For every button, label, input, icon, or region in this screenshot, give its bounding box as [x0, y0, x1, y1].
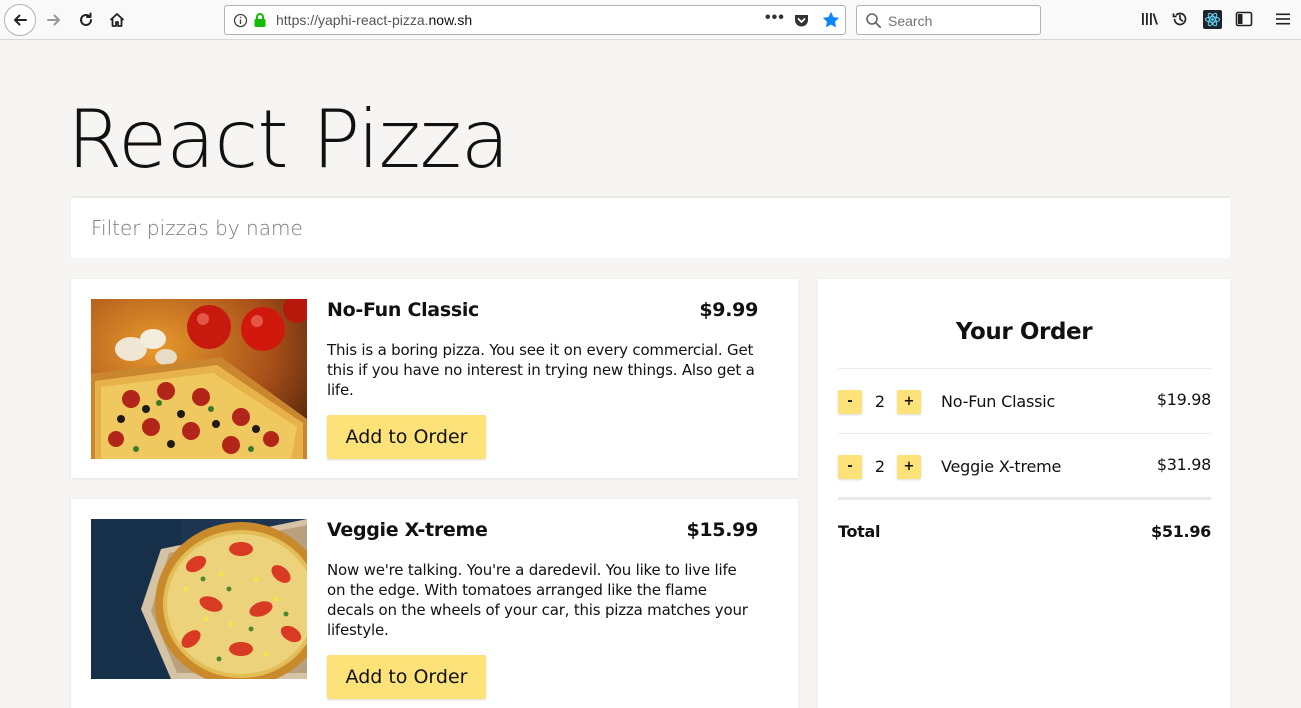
pizza-description: This is a boring pizza. You see it on ev…	[327, 341, 755, 399]
add-to-order-button[interactable]: Add to Order	[327, 415, 486, 459]
decrease-quantity-button[interactable]: -	[838, 390, 862, 414]
lock-icon[interactable]	[253, 12, 267, 28]
pocket-icon[interactable]	[793, 12, 810, 29]
order-panel: Your Order - 2 + No-Fun Classic $19.98 -…	[818, 279, 1230, 708]
order-item-name: No-Fun Classic	[941, 392, 1056, 411]
forward-button[interactable]	[40, 6, 68, 34]
increase-quantity-button[interactable]: +	[897, 390, 921, 414]
react-devtools-icon[interactable]	[1201, 8, 1223, 30]
home-icon	[109, 13, 125, 27]
pizza-description: Now we're talking. You're a daredevil. Y…	[327, 561, 748, 639]
home-button[interactable]	[103, 6, 131, 34]
increase-quantity-button[interactable]: +	[897, 455, 921, 479]
order-item-price: $19.98	[1156, 390, 1211, 409]
url-prefix: https://yaphi-react-pizza.	[276, 12, 429, 28]
filter-input[interactable]	[71, 196, 1230, 258]
browser-search-bar[interactable]: Search	[856, 5, 1041, 35]
decrease-quantity-button[interactable]: -	[838, 455, 862, 479]
pizza-card: Veggie X-treme $15.99 Now we're talking.…	[71, 499, 798, 708]
pizza-name: Veggie X-treme	[327, 519, 488, 541]
pizza-name: No-Fun Classic	[327, 299, 480, 321]
reload-icon	[80, 12, 92, 26]
order-item: - 2 + Veggie X-treme $31.98	[838, 433, 1211, 498]
info-icon[interactable]	[233, 13, 248, 28]
order-item-name: Veggie X-treme	[941, 457, 1062, 476]
search-icon	[866, 13, 882, 29]
library-icon[interactable]	[1139, 8, 1161, 30]
order-item-price: $31.98	[1156, 455, 1211, 474]
pizza-price: $9.99	[699, 299, 758, 321]
order-item: - 2 + No-Fun Classic $19.98	[838, 368, 1211, 433]
url-text[interactable]: https://yaphi-react-pizza.now.sh	[276, 12, 472, 28]
total-label: Total	[838, 522, 881, 541]
arrow-right-icon	[47, 14, 60, 26]
quantity-value: 2	[874, 392, 886, 411]
total-value: $51.96	[1151, 522, 1211, 541]
bookmark-star-icon[interactable]	[821, 10, 841, 30]
pizza-pepperoni-image	[91, 299, 307, 459]
back-button[interactable]	[4, 4, 36, 36]
add-to-order-button[interactable]: Add to Order	[327, 655, 486, 699]
pizza-price: $15.99	[686, 519, 758, 541]
pizza-card: No-Fun Classic $9.99 This is a boring pi…	[71, 279, 798, 478]
order-title: Your Order	[955, 319, 1093, 345]
page-actions-icon[interactable]: •••	[765, 9, 785, 27]
url-host: now.sh	[428, 12, 473, 28]
browser-toolbar: https://yaphi-react-pizza.now.sh ••• Sea…	[0, 0, 1301, 40]
search-placeholder: Search	[888, 13, 933, 29]
history-icon[interactable]	[1169, 8, 1191, 30]
page-title: React Pizza	[67, 93, 510, 186]
quantity-value: 2	[874, 457, 886, 476]
arrow-left-icon	[14, 14, 27, 26]
menu-icon[interactable]	[1272, 8, 1294, 30]
order-total: Total $51.96	[838, 497, 1211, 547]
reload-button[interactable]	[72, 6, 100, 34]
url-bar[interactable]: https://yaphi-react-pizza.now.sh •••	[224, 5, 846, 35]
pizza-veggie-image	[91, 519, 307, 679]
sidebar-icon[interactable]	[1233, 8, 1255, 30]
